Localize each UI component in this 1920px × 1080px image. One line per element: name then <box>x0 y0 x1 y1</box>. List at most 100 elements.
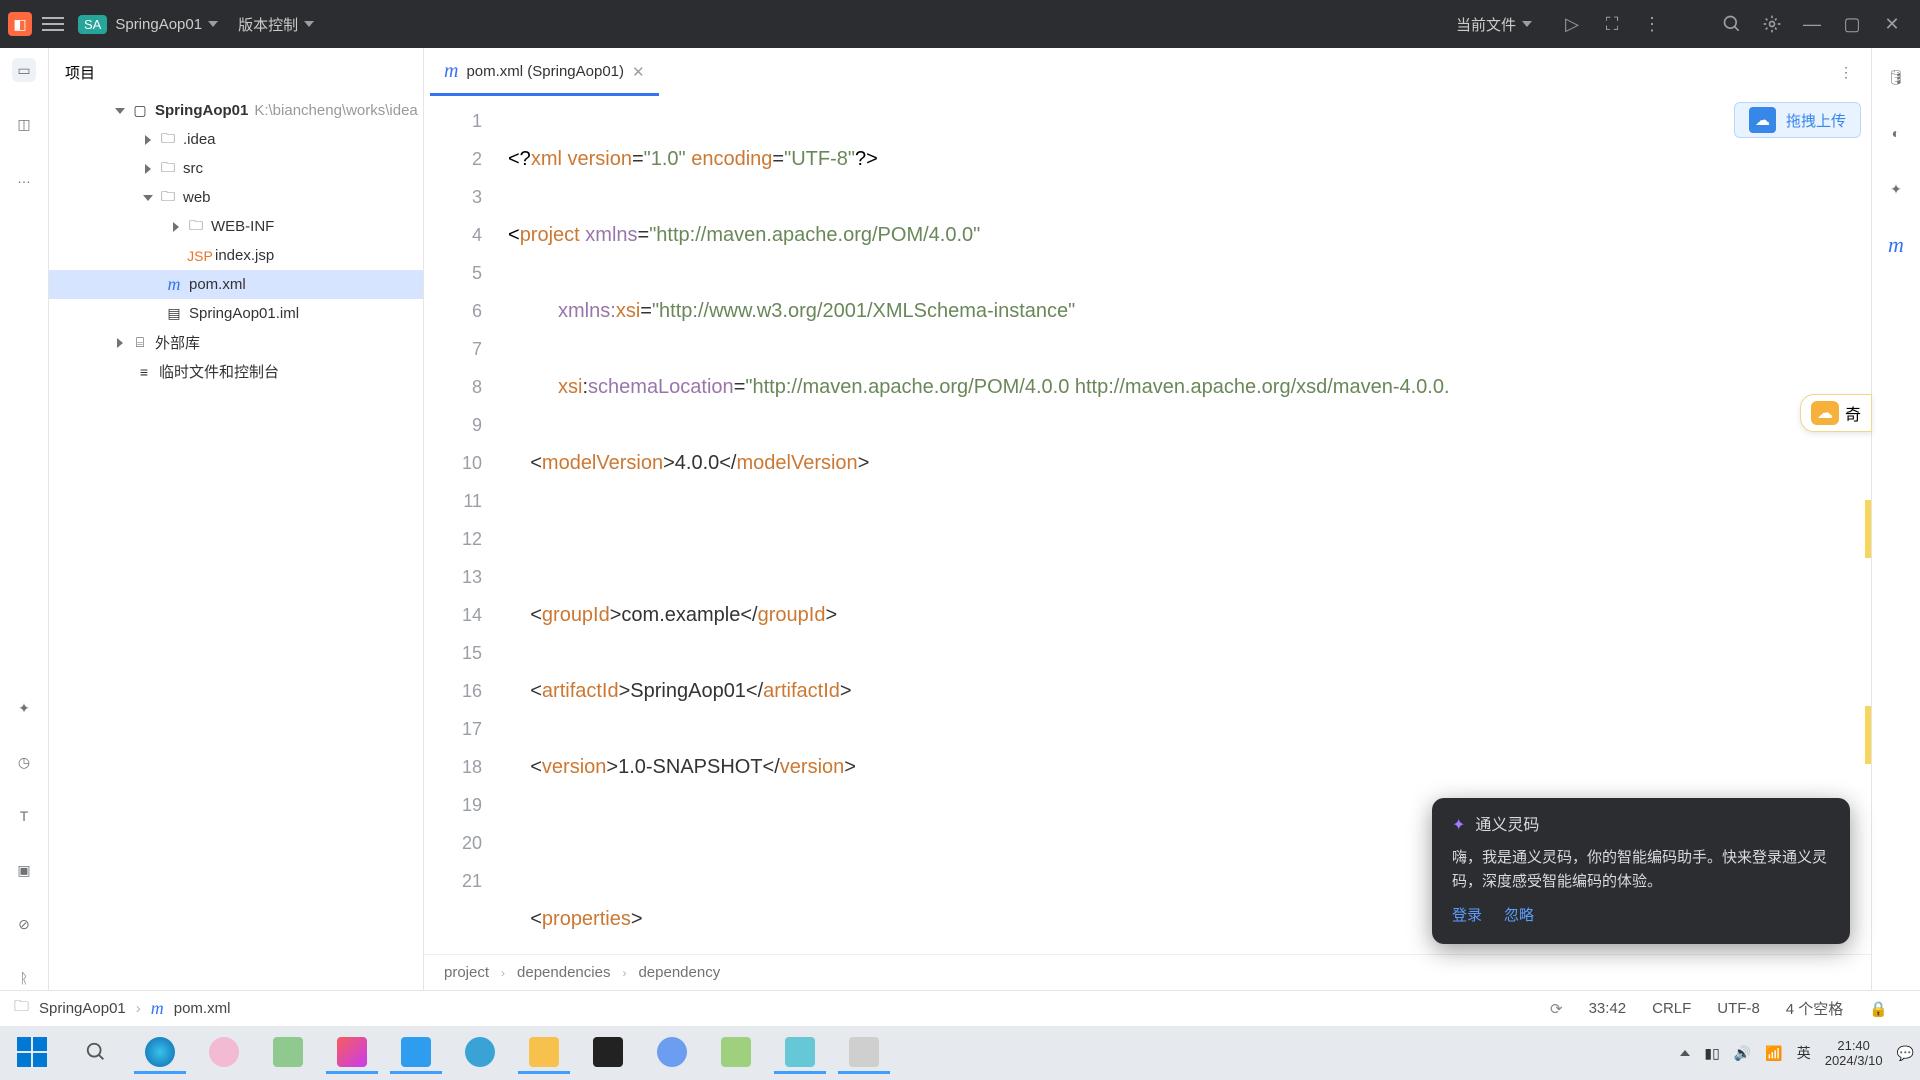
tray-expand-icon[interactable] <box>1680 1050 1690 1056</box>
title-bar: ◧ SA SpringAop01 版本控制 当前文件 ▷ ⛶ ⋮ — ▢ ✕ <box>0 0 1920 48</box>
crumb[interactable]: dependency <box>638 964 720 981</box>
cloud-icon: ☁ <box>1811 401 1839 425</box>
library-icon: ⌸ <box>131 334 149 352</box>
folder-icon: 🗀 <box>14 996 29 1021</box>
editor-tab-menu-icon[interactable]: ⋮ <box>1839 64 1853 81</box>
lock-icon[interactable]: 🔒 <box>1869 1000 1888 1018</box>
database-tool-icon[interactable]: 🛢 <box>1883 64 1909 90</box>
root-path: K:\biancheng\works\idea <box>254 102 417 119</box>
tree-item-web[interactable]: 🗀 web <box>49 183 423 212</box>
tree-item-webinf[interactable]: 🗀 WEB-INF <box>49 212 423 241</box>
maven-tool-icon[interactable]: m <box>1883 232 1909 258</box>
vcs-dropdown[interactable]: 版本控制 <box>238 14 314 35</box>
tree-item-src[interactable]: 🗀 src <box>49 154 423 183</box>
popup-login-link[interactable]: 登录 <box>1452 904 1482 928</box>
close-button[interactable]: ✕ <box>1872 14 1912 35</box>
crumb[interactable]: project <box>444 964 489 981</box>
chevron-down-icon <box>208 21 218 27</box>
tree-root[interactable]: ▢ SpringAop01 K:\biancheng\works\idea <box>49 96 423 125</box>
app-item[interactable] <box>838 1032 890 1074</box>
services-tool-icon[interactable]: ◷ <box>12 750 36 774</box>
more-tools-icon[interactable]: … <box>12 166 36 190</box>
project-dropdown[interactable]: SpringAop01 <box>115 16 218 33</box>
sync-icon[interactable]: ⟳ <box>1550 1000 1563 1018</box>
close-icon[interactable]: ✕ <box>632 63 645 81</box>
battery-icon[interactable]: ▮▯ <box>1704 1045 1719 1062</box>
volume-icon[interactable]: 🔊 <box>1734 1045 1751 1062</box>
terminal-tool-icon[interactable]: ▣ <box>12 858 36 882</box>
popup-body: 嗨，我是通义灵码，你的智能编码助手。快来登录通义灵码，深度感受智能编码的体验。 <box>1452 846 1830 894</box>
project-badge: SA <box>78 15 107 34</box>
project-panel-title: 项目 <box>65 62 95 83</box>
chevron-right-icon[interactable] <box>145 135 151 145</box>
project-tool-icon[interactable]: ▭ <box>12 58 36 82</box>
chevron-right-icon[interactable] <box>117 338 123 348</box>
explorer-app[interactable] <box>518 1032 570 1074</box>
restore-button[interactable]: ▢ <box>1832 14 1872 35</box>
chevron-right-icon[interactable] <box>145 164 151 174</box>
app-item[interactable] <box>774 1032 826 1074</box>
run-config-dropdown[interactable]: 当前文件 <box>1456 14 1532 35</box>
clock[interactable]: 21:40 2024/3/10 <box>1825 1038 1883 1068</box>
maven-file-icon: m <box>151 998 164 1019</box>
debug-button[interactable]: ⛶ <box>1592 14 1632 35</box>
chevron-down-icon <box>1522 21 1532 27</box>
indent-info[interactable]: 4 个空格 <box>1786 998 1844 1019</box>
folder-icon: 🗀 <box>187 218 205 236</box>
cloud-side-pill[interactable]: ☁ 奇 <box>1800 394 1872 432</box>
wifi-icon[interactable]: 📶 <box>1765 1045 1782 1062</box>
terminal-app[interactable] <box>582 1032 634 1074</box>
assist-tool-icon[interactable]: ✦ <box>1883 176 1909 202</box>
caret-position[interactable]: 33:42 <box>1589 1000 1627 1017</box>
intellij-app[interactable] <box>326 1032 378 1074</box>
tree-item-scratch[interactable]: ≡ 临时文件和控制台 <box>49 357 423 386</box>
notifications-tray-icon[interactable]: 💬 <box>1897 1045 1914 1062</box>
tree-item-pom[interactable]: m pom.xml <box>49 270 423 299</box>
assistant-popup: ✦ 通义灵码 嗨，我是通义灵码，你的智能编码助手。快来登录通义灵码，深度感受智能… <box>1432 798 1850 944</box>
main-menu-icon[interactable] <box>42 13 64 35</box>
current-file-label: 当前文件 <box>1456 14 1516 35</box>
app-item[interactable] <box>198 1032 250 1074</box>
search-button[interactable] <box>70 1032 122 1074</box>
tree-item-extlib[interactable]: ⌸ 外部库 <box>49 328 423 357</box>
ant-tool-icon[interactable]: ✦ <box>12 696 36 720</box>
popup-ignore-link[interactable]: 忽略 <box>1504 904 1534 928</box>
problems-tool-icon[interactable]: ⊘ <box>12 912 36 936</box>
line-separator[interactable]: CRLF <box>1652 1000 1691 1017</box>
structure-tool-icon[interactable]: ◫ <box>12 112 36 136</box>
ime-indicator[interactable]: 英 <box>1797 1043 1811 1063</box>
crumb[interactable]: dependencies <box>517 964 610 981</box>
chevron-down-icon[interactable] <box>143 195 153 201</box>
more-actions-button[interactable]: ⋮ <box>1632 14 1672 35</box>
tab-pom[interactable]: m pom.xml (SpringAop01) ✕ <box>430 50 659 96</box>
file-encoding[interactable]: UTF-8 <box>1717 1000 1760 1017</box>
search-icon[interactable] <box>1712 14 1752 34</box>
build-tool-icon[interactable]: T <box>12 804 36 828</box>
nav-project[interactable]: SpringAop01 <box>39 1000 126 1017</box>
nav-file[interactable]: pom.xml <box>174 1000 231 1017</box>
minimize-button[interactable]: — <box>1792 14 1832 35</box>
line-gutter: 123 456 789 101112 131415 161718 192021 <box>424 96 508 954</box>
chevron-down-icon[interactable] <box>115 108 125 114</box>
tree-item-indexjsp[interactable]: JSP index.jsp <box>49 241 423 270</box>
tree-item-idea[interactable]: 🗀 .idea <box>49 125 423 154</box>
system-tray[interactable]: ▮▯ 🔊 📶 英 21:40 2024/3/10 💬 <box>1680 1038 1914 1068</box>
start-button[interactable] <box>6 1032 58 1074</box>
app-item[interactable] <box>454 1032 506 1074</box>
vcs-tool-icon[interactable]: ᚱ <box>12 966 36 990</box>
editor-tabs: m pom.xml (SpringAop01) ✕ ⋮ <box>424 48 1871 96</box>
app-item[interactable] <box>710 1032 762 1074</box>
app-item[interactable] <box>390 1032 442 1074</box>
folder-icon: 🗀 <box>159 189 177 207</box>
project-tree[interactable]: ▢ SpringAop01 K:\biancheng\works\idea 🗀 … <box>49 96 423 990</box>
scrollbar-marker <box>1865 706 1871 764</box>
app-item[interactable] <box>646 1032 698 1074</box>
tree-item-iml[interactable]: ▤ SpringAop01.iml <box>49 299 423 328</box>
edge-app[interactable] <box>134 1032 186 1074</box>
chevron-right-icon[interactable] <box>173 222 179 232</box>
left-tool-rail: ▭ ◫ … ✦ ◷ T ▣ ⊘ ᚱ <box>0 48 49 990</box>
app-item[interactable] <box>262 1032 314 1074</box>
settings-icon[interactable] <box>1752 14 1792 34</box>
gradle-tool-icon[interactable]: ◐ <box>1883 120 1909 146</box>
run-button[interactable]: ▷ <box>1552 14 1592 35</box>
